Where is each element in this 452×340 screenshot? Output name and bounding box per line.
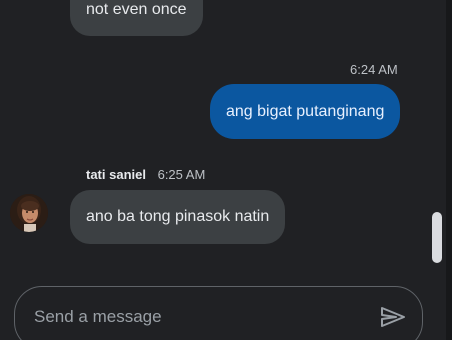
sender-name: tati saniel [86, 167, 146, 182]
message-text: not even once [86, 1, 187, 18]
avatar-image [10, 194, 48, 232]
message-header: tati saniel 6:25 AM [86, 167, 205, 182]
message-timestamp: 6:24 AM [350, 62, 398, 77]
message-bubble-outgoing: ang bigat putanginang [210, 84, 401, 139]
send-button[interactable] [379, 304, 407, 330]
avatar[interactable] [10, 194, 48, 232]
scrollbar-thumb[interactable] [432, 212, 442, 263]
message-bubble-incoming: not even once [70, 0, 203, 36]
chat-panel: not even once 6:24 AM ang bigat putangin… [0, 0, 452, 340]
message-text: ano ba tong pinasok natin [86, 208, 270, 225]
message-timestamp: 6:25 AM [157, 167, 206, 182]
scrollbar-track [446, 0, 452, 340]
message-composer [14, 286, 423, 340]
message-text: ang bigat putanginang [226, 103, 385, 120]
message-input[interactable] [34, 304, 354, 330]
message-bubble-incoming: ano ba tong pinasok natin [70, 190, 286, 244]
send-icon [381, 307, 405, 327]
